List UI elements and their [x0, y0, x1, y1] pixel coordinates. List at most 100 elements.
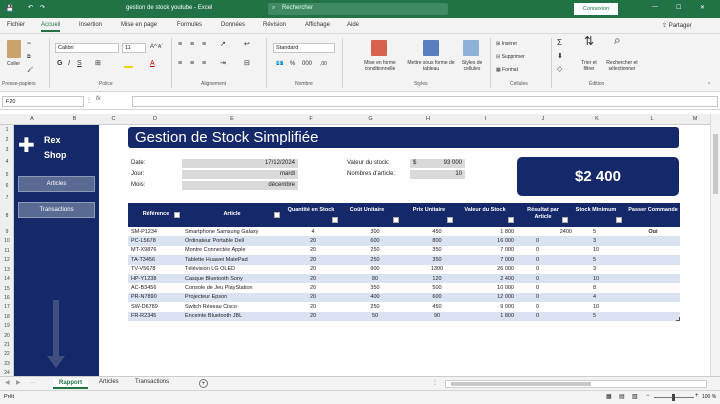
- table-row[interactable]: PR-N7890 Projecteur Epson 20 400 600 12 …: [128, 292, 680, 303]
- vertical-scrollbar[interactable]: [710, 114, 720, 376]
- row-header[interactable]: 5: [0, 172, 14, 178]
- table-row[interactable]: HP-Y1238 Casque Bluetooth Sony 20 80 120…: [128, 274, 680, 284]
- add-sheet-icon[interactable]: +: [199, 379, 208, 388]
- share-button[interactable]: ⇪ Partager: [662, 22, 692, 29]
- column-header[interactable]: A: [14, 116, 50, 122]
- table-row[interactable]: MT-X9876 Montre Connectée Apple 20 250 3…: [128, 245, 680, 256]
- format-button[interactable]: ▦ Format: [496, 67, 518, 73]
- tab-aide[interactable]: Aide: [347, 22, 359, 28]
- table-row[interactable]: TA-T3456 Tablette Huawei MatePad 20 250 …: [128, 255, 680, 265]
- cell-styles-button[interactable]: Styles de cellules: [457, 60, 487, 72]
- row-header[interactable]: 7: [0, 195, 14, 201]
- row-header[interactable]: 11: [0, 248, 14, 254]
- tab-affichage[interactable]: Affichage: [305, 22, 330, 28]
- format-painter-icon[interactable]: 🖌: [27, 67, 33, 73]
- fx-icon[interactable]: fx: [96, 96, 101, 102]
- table-format-icon[interactable]: [423, 40, 439, 56]
- row-header[interactable]: 1: [0, 127, 14, 133]
- undo-icon[interactable]: ↶: [28, 4, 33, 11]
- row-header[interactable]: 18: [0, 314, 14, 320]
- wrap-text-icon[interactable]: ↩: [244, 41, 250, 48]
- row-header[interactable]: 12: [0, 257, 14, 263]
- day-value[interactable]: mardi: [182, 170, 298, 179]
- column-header[interactable]: M: [680, 116, 710, 122]
- redo-icon[interactable]: ↷: [40, 4, 45, 11]
- sheet-tab-articles[interactable]: Articles: [99, 379, 119, 385]
- number-format-select[interactable]: Standard: [273, 43, 335, 53]
- row-header[interactable]: 15: [0, 286, 14, 292]
- filter-dropdown-icon[interactable]: [508, 217, 514, 223]
- transactions-button[interactable]: Transactions: [18, 202, 95, 218]
- sheet-tab-transactions[interactable]: Transactions: [135, 379, 169, 385]
- paste-label[interactable]: Coller: [7, 61, 20, 67]
- save-icon[interactable]: 💾: [6, 5, 13, 12]
- name-box[interactable]: F20: [2, 96, 84, 107]
- tab-insertion[interactable]: Insertion: [79, 22, 102, 28]
- merge-icon[interactable]: ⊟: [244, 60, 250, 67]
- table-resize-handle[interactable]: [676, 317, 680, 321]
- row-header[interactable]: 23: [0, 361, 14, 367]
- tab-revision[interactable]: Révision: [263, 22, 286, 28]
- maximize-icon[interactable]: ☐: [676, 4, 681, 11]
- row-header[interactable]: 10: [0, 238, 14, 244]
- conditional-format-icon[interactable]: [371, 40, 387, 56]
- page-break-icon[interactable]: ▧: [632, 393, 638, 400]
- tab-donnees[interactable]: Données: [221, 22, 245, 28]
- table-row[interactable]: SM-P1234 Smartphone Samsung Galaxy 4 300…: [128, 227, 680, 237]
- page-layout-icon[interactable]: ▤: [619, 393, 625, 400]
- table-format-button[interactable]: Mettre sous forme de tableau: [406, 60, 456, 72]
- filter-dropdown-icon[interactable]: [274, 212, 280, 218]
- italic-icon[interactable]: I: [68, 60, 70, 67]
- row-header[interactable]: 21: [0, 342, 14, 348]
- tab-mise-en-page[interactable]: Mise en page: [121, 22, 157, 28]
- more-sheets-icon[interactable]: …: [30, 379, 36, 385]
- column-header[interactable]: B: [50, 116, 99, 122]
- currency-format-icon[interactable]: 💶: [276, 61, 283, 67]
- filter-dropdown-icon[interactable]: [332, 217, 338, 223]
- percent-icon[interactable]: %: [290, 61, 295, 67]
- table-row[interactable]: FR-R2345 Enceinte Bluetooth JBL 20 50 90…: [128, 311, 680, 321]
- conditional-format-button[interactable]: Mise en forme conditionnelle: [356, 60, 404, 72]
- copy-icon[interactable]: ⧉: [27, 54, 31, 60]
- autosum-icon[interactable]: Σ: [557, 39, 562, 47]
- increase-font-icon[interactable]: A^: [150, 44, 157, 50]
- find-icon[interactable]: ⌕: [614, 34, 621, 46]
- column-header[interactable]: L: [624, 116, 680, 122]
- column-header[interactable]: K: [570, 116, 624, 122]
- cell-styles-icon[interactable]: [463, 40, 479, 56]
- filter-dropdown-icon[interactable]: [174, 212, 180, 218]
- font-color-icon[interactable]: A: [150, 60, 155, 67]
- stock-value-cell[interactable]: $ 93 000: [410, 159, 465, 168]
- filter-dropdown-icon[interactable]: [616, 217, 622, 223]
- row-header[interactable]: 6: [0, 183, 14, 189]
- insert-button[interactable]: ⊞ Insérer: [496, 41, 517, 47]
- orientation-icon[interactable]: ↗: [220, 41, 226, 48]
- align-top-icon[interactable]: ≡: [178, 41, 182, 48]
- filter-dropdown-icon[interactable]: [393, 217, 399, 223]
- tab-fichier[interactable]: Fichier: [7, 22, 25, 28]
- horizontal-scrollbar[interactable]: [445, 380, 707, 388]
- sort-filter-button[interactable]: Trier et filtrer: [576, 60, 602, 72]
- column-header[interactable]: F: [282, 116, 340, 122]
- sheet-tab-rapport[interactable]: Rapport: [53, 379, 88, 389]
- clear-icon[interactable]: ◇: [557, 66, 562, 73]
- zoom-out-icon[interactable]: −: [646, 393, 650, 399]
- row-header[interactable]: 2: [0, 137, 14, 143]
- row-header[interactable]: 9: [0, 229, 14, 235]
- column-header[interactable]: E: [182, 116, 282, 122]
- column-header[interactable]: I: [455, 116, 516, 122]
- sort-filter-icon[interactable]: ⇅: [584, 35, 594, 47]
- minimize-icon[interactable]: —: [652, 4, 658, 10]
- articles-button[interactable]: Articles: [18, 176, 95, 192]
- scrollbar-thumb[interactable]: [713, 134, 718, 194]
- decimal-icon[interactable]: ,00: [320, 61, 327, 67]
- fill-color-icon[interactable]: [124, 61, 133, 68]
- paste-icon[interactable]: [7, 40, 21, 58]
- hscroll-split-icon[interactable]: ⋮: [432, 379, 438, 386]
- align-center-icon[interactable]: ≡: [190, 60, 194, 67]
- tab-formules[interactable]: Formules: [177, 22, 202, 28]
- zoom-level[interactable]: 100 %: [702, 394, 716, 400]
- font-size-select[interactable]: 11: [122, 43, 146, 53]
- table-row[interactable]: TV-V5678 Télévision LG OLED 20 900 1300 …: [128, 264, 680, 274]
- table-row[interactable]: AC-B3456 Console de Jeu PlayStation 20 3…: [128, 283, 680, 293]
